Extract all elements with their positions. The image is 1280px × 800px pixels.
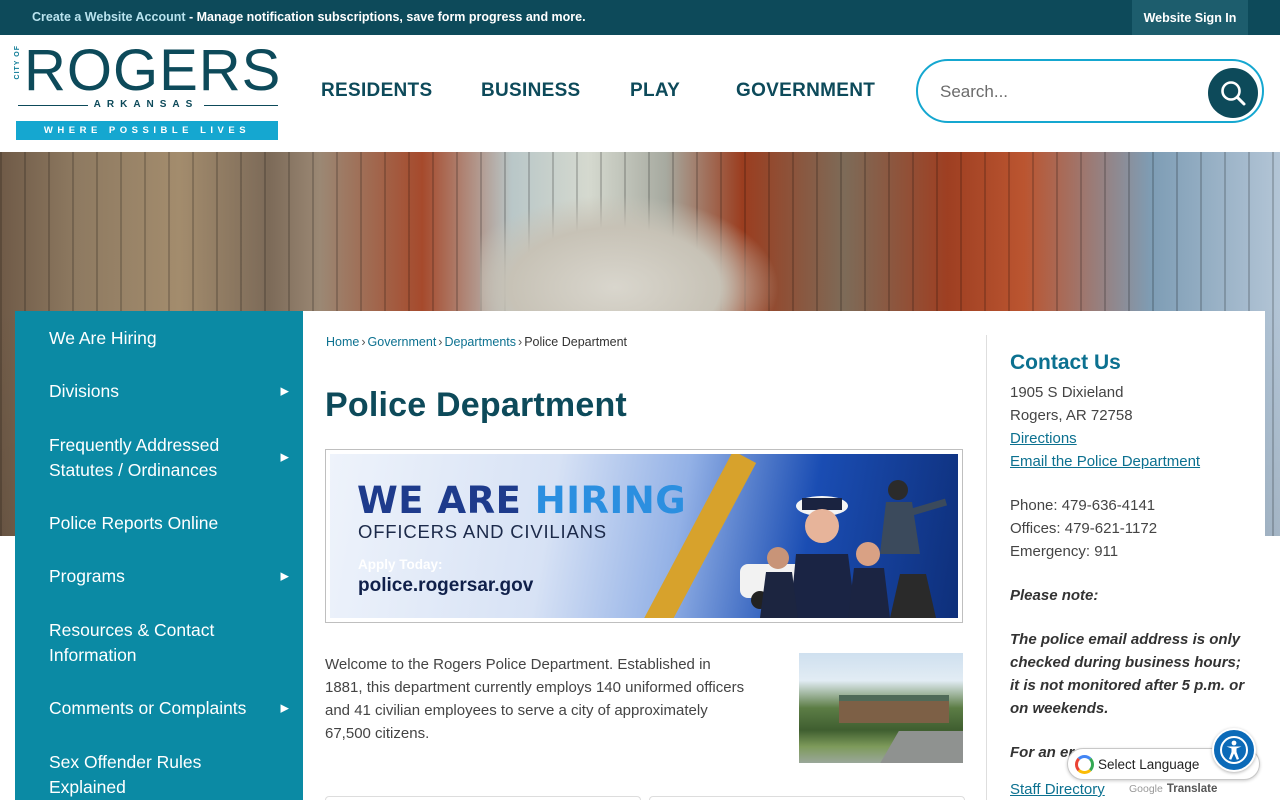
submenu-arrow-icon[interactable]: ▶ [281, 564, 289, 589]
side-nav-label: Programs [49, 566, 125, 586]
submenu-arrow-icon[interactable]: ▶ [281, 379, 289, 404]
breadcrumb-departments[interactable]: Departments [444, 335, 516, 349]
account-message: Create a Website Account - Manage notifi… [32, 10, 586, 24]
officers-photo [740, 480, 947, 618]
website-sign-in-button[interactable]: Website Sign In [1132, 0, 1248, 35]
site-search [916, 59, 1264, 123]
contact-note-label: Please note: [1010, 587, 1099, 604]
main-content: Home › Government › Departments › Police Depar… [303, 311, 1265, 800]
search-icon [1221, 81, 1246, 106]
contact-title: Contact Us [1010, 351, 1121, 374]
breadcrumb-government[interactable]: Government [368, 335, 437, 349]
side-nav-label: Divisions [49, 381, 120, 401]
account-message-text: - Manage notification subscriptions, sav… [185, 10, 586, 24]
submenu-arrow-icon[interactable]: ▶ [281, 696, 289, 721]
contact-emergency: Emergency: 911 [1010, 543, 1119, 560]
accessibility-button[interactable] [1212, 728, 1256, 772]
side-nav-label: Sex Offender Rules Explained [49, 752, 202, 797]
side-nav-programs[interactable]: Programs ▶ [15, 564, 303, 589]
site-header: CITY OF ROGERS ARKANSAS WHERE POSSIBLE L… [0, 35, 1280, 152]
side-nav-label: Police Reports Online [49, 513, 219, 533]
side-nav-label: Resources & Contact Information [49, 620, 215, 665]
column-divider [986, 335, 987, 800]
nav-residents[interactable]: RESIDENTS [321, 80, 432, 102]
create-account-link[interactable]: Create a Website Account [32, 10, 186, 24]
side-nav-label: Comments or Complaints [49, 698, 247, 718]
contact-address-line2: Rogers, AR 72758 [1010, 407, 1133, 424]
logo-state: ARKANSAS [14, 99, 278, 110]
side-nav-sex-offender-rules[interactable]: Sex Offender Rules Explained [15, 750, 303, 800]
nav-government[interactable]: GOVERNMENT [736, 80, 875, 102]
contact-offices-phone: Offices: 479-621-1172 [1010, 520, 1158, 537]
side-nav-police-reports-online[interactable]: Police Reports Online [15, 511, 303, 536]
search-input[interactable] [940, 79, 1200, 105]
breadcrumb: Home › Government › Departments › Police Depar… [326, 335, 628, 349]
side-nav-statutes-ordinances[interactable]: Frequently Addressed Statutes / Ordinanc… [15, 433, 303, 483]
nav-business[interactable]: BUSINESS [481, 80, 581, 102]
search-button[interactable] [1208, 68, 1258, 118]
side-nav-label: Frequently Addressed Statutes / Ordinanc… [49, 435, 220, 480]
email-police-link[interactable]: Email the Police Department [1010, 450, 1250, 473]
account-bar: Create a Website Account - Manage notifi… [0, 0, 1280, 35]
contact-note-text: The police email address is only checked… [1010, 631, 1245, 717]
breadcrumb-current: Police Department [524, 335, 628, 349]
nav-play[interactable]: PLAY [630, 80, 680, 102]
side-nav-resources-contact[interactable]: Resources & Contact Information [15, 618, 303, 668]
side-nav-comments-complaints[interactable]: Comments or Complaints ▶ [15, 696, 303, 721]
hiring-subhead: OFFICERS AND CIVILIANS [358, 521, 607, 542]
contact-us-panel: Contact Us 1905 S Dixieland Rogers, AR 7… [1010, 351, 1250, 800]
language-select-label: Select Language [1098, 757, 1200, 772]
google-g-icon [1075, 755, 1094, 774]
hiring-headline: WE ARE HIRING [357, 479, 687, 522]
logo-name: ROGERS [24, 38, 282, 103]
intro-paragraph: Welcome to the Rogers Police Department.… [325, 656, 745, 742]
powered-by-google-translate: Google Translate [1129, 783, 1218, 795]
logo-tagline: WHERE POSSIBLE LIVES [16, 121, 278, 140]
hiring-apply-label: Apply Today: [358, 557, 443, 572]
side-nav: We Are Hiring Divisions ▶ Frequently Add… [15, 311, 303, 800]
side-nav-label: We Are Hiring [49, 328, 157, 348]
hiring-url: police.rogersar.gov [358, 575, 534, 596]
logo-city-of: CITY OF [14, 45, 21, 80]
breadcrumb-home[interactable]: Home [326, 335, 359, 349]
contact-phone: Phone: 479-636-4141 [1010, 497, 1156, 514]
hiring-banner-link[interactable]: WE ARE HIRING OFFICERS AND CIVILIANS App… [325, 449, 963, 623]
accessibility-icon [1220, 736, 1248, 764]
contact-address-line1: 1905 S Dixieland [1010, 384, 1124, 401]
hiring-banner-image: WE ARE HIRING OFFICERS AND CIVILIANS App… [330, 454, 958, 618]
submenu-arrow-icon[interactable]: ▶ [281, 446, 289, 471]
directions-link[interactable]: Directions [1010, 427, 1250, 450]
city-logo[interactable]: CITY OF ROGERS ARKANSAS WHERE POSSIBLE L… [14, 38, 280, 141]
police-station-photo [799, 653, 963, 763]
side-nav-we-are-hiring[interactable]: We Are Hiring [15, 326, 303, 351]
page-title: Police Department [325, 386, 627, 424]
side-nav-divisions[interactable]: Divisions ▶ [15, 379, 303, 404]
